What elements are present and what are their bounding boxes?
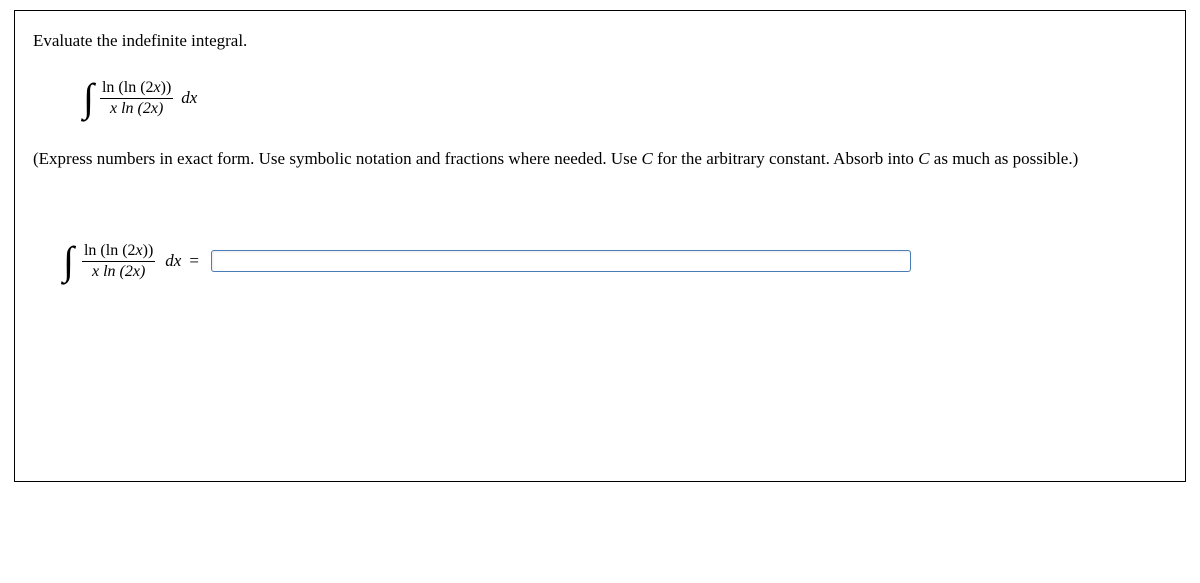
question-prompt: Evaluate the indefinite integral. xyxy=(33,31,1167,51)
integral-sign-icon: ∫ xyxy=(63,245,74,277)
differential: dx xyxy=(181,88,197,108)
fraction: ln (ln (2x)) x ln (2x) xyxy=(82,242,155,280)
answer-row: ∫ ln (ln (2x)) x ln (2x) dx = xyxy=(63,242,1167,280)
hint-text: (Express numbers in exact form. Use symb… xyxy=(33,145,1167,172)
equals-sign: = xyxy=(189,251,199,271)
hint-part: (Express numbers in exact form. Use symb… xyxy=(33,149,642,168)
denominator: x ln (2x) xyxy=(108,99,165,118)
integral-expression: ∫ ln (ln (2x)) x ln (2x) dx xyxy=(83,79,1167,117)
numerator: ln (ln (2x)) xyxy=(82,242,155,262)
integral-sign-icon: ∫ xyxy=(83,82,94,114)
constant-c: C xyxy=(642,149,653,168)
constant-c: C xyxy=(918,149,929,168)
hint-part: for the arbitrary constant. Absorb into xyxy=(653,149,918,168)
denominator: x ln (2x) xyxy=(90,262,147,281)
fraction: ln (ln (2x)) x ln (2x) xyxy=(100,79,173,117)
numerator: ln (ln (2x)) xyxy=(100,79,173,99)
answer-input[interactable] xyxy=(211,250,911,272)
question-container: Evaluate the indefinite integral. ∫ ln (… xyxy=(14,10,1186,482)
hint-part: as much as possible.) xyxy=(930,149,1079,168)
differential: dx xyxy=(165,251,181,271)
